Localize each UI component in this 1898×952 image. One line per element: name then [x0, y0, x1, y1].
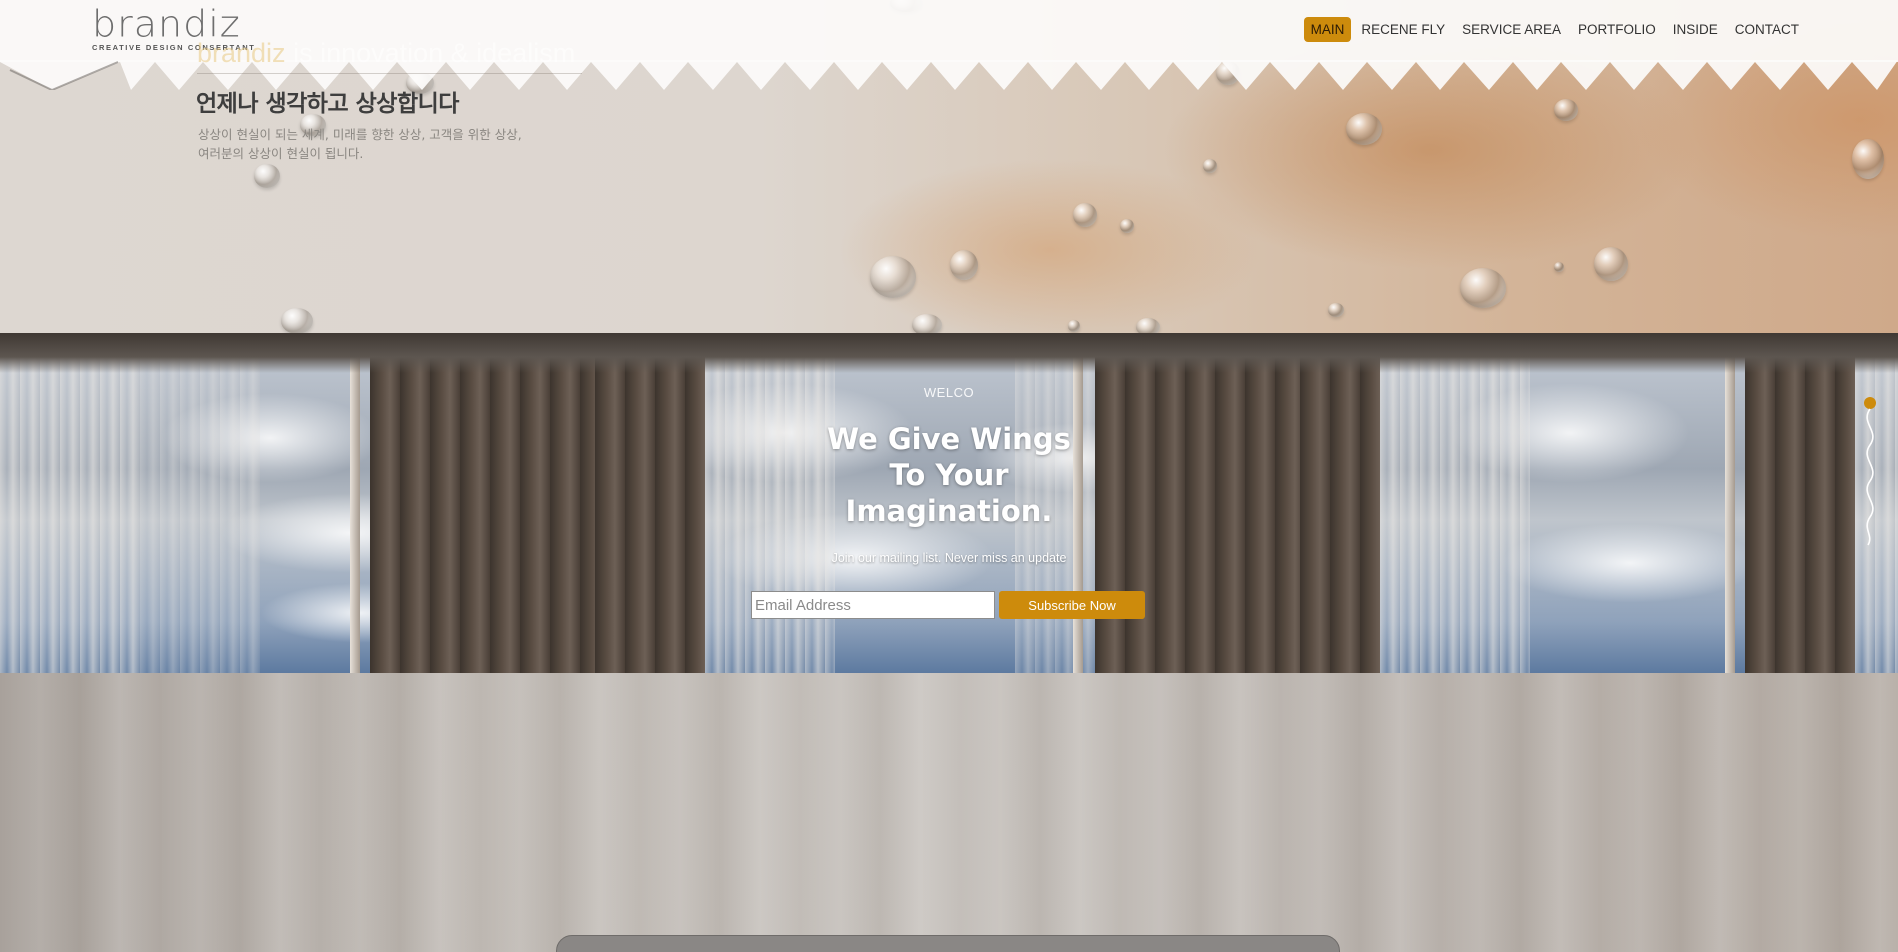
hero-title: 언제나 생각하고 상상합니다: [196, 91, 459, 117]
water-drop: [1554, 99, 1578, 121]
water-drop: [1073, 203, 1097, 227]
device-mockup: [556, 935, 1340, 952]
hero-section: brandiz CREATIVE DESIGN CONSERTANT MAIN …: [0, 0, 1898, 333]
nav-item-recene-fly[interactable]: RECENE FLY: [1354, 17, 1452, 42]
subscribe-button[interactable]: Subscribe Now: [999, 591, 1145, 619]
water-drop: [950, 250, 978, 280]
water-drop: [254, 164, 280, 188]
background-photo-panel: [0, 333, 595, 673]
water-drop: [1120, 219, 1134, 233]
water-drop: [1346, 113, 1382, 145]
logo-wordmark: brandiz: [92, 3, 241, 45]
water-drop: [1136, 318, 1160, 333]
hero-tagline-rest: is innovation & idealism: [285, 38, 576, 68]
welcome-section: WELCO We Give Wings To Your Imagination.…: [0, 333, 1898, 673]
water-drop: [912, 314, 942, 333]
subscribe-form: Subscribe Now: [751, 591, 1145, 619]
nav-item-service-area[interactable]: SERVICE AREA: [1455, 17, 1568, 42]
water-drop: [1068, 320, 1080, 332]
water-drop: [1852, 139, 1884, 179]
background-photo-panel: [1300, 333, 1898, 673]
nav-item-inside[interactable]: INSIDE: [1666, 17, 1725, 42]
email-input[interactable]: [751, 591, 995, 619]
hero-description: 상상이 현실이 되는 세계, 미래를 향한 상상, 고객을 위한 상상, 여러분…: [198, 125, 558, 163]
scroll-indicator-icon[interactable]: [1858, 395, 1878, 555]
nav-item-main[interactable]: MAIN: [1303, 17, 1352, 42]
background-photo-panel: [595, 333, 1300, 673]
water-drop: [281, 308, 313, 333]
nav-item-portfolio[interactable]: PORTFOLIO: [1571, 17, 1663, 42]
hero-description-line: 여러분의 상상이 현실이 됩니다.: [198, 146, 364, 161]
main-nav: MAIN RECENE FLY SERVICE AREA PORTFOLIO I…: [1303, 17, 1806, 42]
water-drop: [870, 256, 916, 298]
hero-tagline-brand: brandiz: [197, 38, 286, 68]
water-drop: [1203, 159, 1217, 173]
water-drop: [1554, 262, 1564, 272]
hero-divider: [197, 73, 582, 74]
hero-description-line: 상상이 현실이 되는 세계, 미래를 향한 상상, 고객을 위한 상상,: [198, 127, 522, 142]
water-drop: [1594, 247, 1628, 281]
lower-section: [0, 673, 1898, 952]
water-drop: [1328, 303, 1344, 317]
water-drop: [1460, 268, 1506, 308]
hero-tagline: brandiz is innovation & idealism: [197, 38, 575, 69]
nav-item-contact[interactable]: CONTACT: [1728, 17, 1806, 42]
